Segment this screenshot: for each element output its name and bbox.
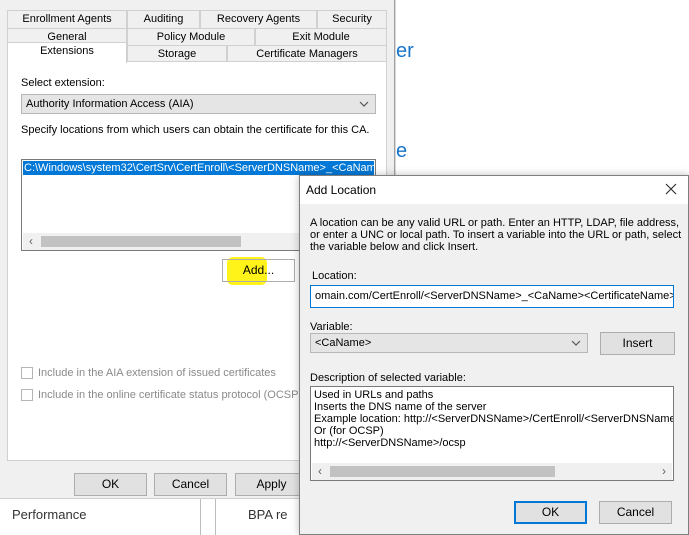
apply-button[interactable]: Apply (235, 473, 308, 496)
ocsp-checkbox[interactable] (21, 389, 33, 401)
column-divider (215, 499, 216, 535)
extension-select[interactable]: Authority Information Access (AIA) (21, 94, 376, 114)
variable-description-line: Example location: http://<ServerDNSName>… (314, 413, 674, 425)
ocsp-label: Include in the online certificate status… (38, 389, 312, 401)
add-location-button[interactable]: Add... (222, 259, 295, 282)
tab-exit-module[interactable]: Exit Module (255, 28, 387, 46)
chevron-down-icon (571, 340, 581, 346)
variable-description-line: Inserts the DNS name of the server (314, 401, 487, 413)
variable-select-value: <CaName> (315, 337, 372, 349)
server-manager-text-fragment: e (396, 140, 408, 162)
variable-label: Variable: (310, 321, 353, 333)
description-line: or enter a UNC or local path. To insert … (310, 229, 682, 241)
add-location-dialog: Add Location A location can be any valid… (299, 175, 689, 535)
dialog-cancel-button[interactable]: Cancel (599, 501, 672, 524)
server-manager-heading-fragment: er (396, 40, 414, 62)
select-extension-label: Select extension: (21, 77, 105, 89)
aia-extension-checkbox[interactable] (21, 367, 33, 379)
scrollbar-thumb[interactable] (330, 466, 555, 477)
description-scrollbar[interactable]: ‹ › (312, 463, 672, 480)
variable-description-box: Used in URLs and paths Inserts the DNS n… (310, 386, 674, 481)
dialog-titlebar: Add Location (300, 176, 688, 204)
tab-security[interactable]: Security (317, 10, 387, 28)
chevron-down-icon (359, 101, 369, 107)
scroll-left-icon[interactable]: ‹ (23, 233, 39, 250)
tab-policy-module[interactable]: Policy Module (127, 28, 255, 46)
location-label: Location: (312, 270, 357, 282)
location-list-item[interactable]: C:\Windows\system32\CertSrv\CertEnroll\<… (23, 161, 374, 175)
variable-select[interactable]: <CaName> (310, 333, 588, 353)
performance-label[interactable]: Performance (12, 507, 86, 522)
aia-extension-label: Include in the AIA extension of issued c… (38, 367, 276, 379)
column-divider (200, 499, 201, 535)
extension-select-value: Authority Information Access (AIA) (26, 98, 194, 110)
cancel-button[interactable]: Cancel (154, 473, 227, 496)
ok-button[interactable]: OK (74, 473, 147, 496)
dialog-title: Add Location (306, 183, 377, 197)
dialog-ok-button[interactable]: OK (514, 501, 587, 524)
dialog-description: A location can be any valid URL or path.… (310, 217, 682, 253)
scroll-left-icon[interactable]: ‹ (312, 463, 328, 480)
variable-description-line: http://<ServerDNSName>/ocsp (314, 437, 466, 449)
tab-recovery-agents[interactable]: Recovery Agents (200, 10, 317, 28)
insert-button[interactable]: Insert (600, 332, 675, 355)
specify-locations-text: Specify locations from which users can o… (21, 124, 370, 136)
bpa-results-label[interactable]: BPA re (248, 507, 288, 522)
tab-extensions[interactable]: Extensions (7, 42, 127, 63)
variable-description-line: Or (for OCSP) (314, 425, 384, 437)
variable-description-line: Used in URLs and paths (314, 389, 434, 401)
variable-description-label: Description of selected variable: (310, 372, 466, 384)
location-input[interactable]: omain.com/CertEnroll/<ServerDNSName>_<Ca… (310, 285, 674, 308)
description-line: A location can be any valid URL or path.… (310, 217, 680, 229)
tab-auditing[interactable]: Auditing (127, 10, 200, 28)
description-line: the variable below and click Insert. (310, 241, 479, 253)
scroll-right-icon[interactable]: › (656, 463, 672, 480)
tab-enrollment-agents[interactable]: Enrollment Agents (7, 10, 127, 28)
scrollbar-thumb[interactable] (41, 236, 241, 247)
close-icon[interactable] (662, 179, 680, 199)
